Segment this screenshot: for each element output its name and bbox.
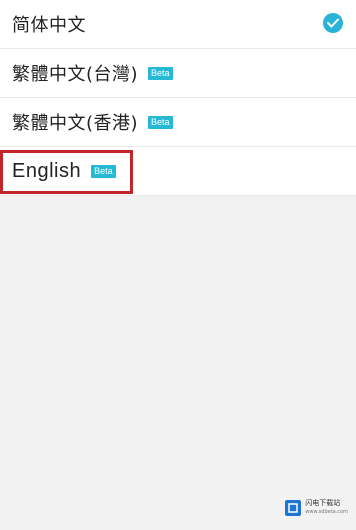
watermark-url: www.sdbeta.com (305, 509, 348, 515)
beta-badge: Beta (91, 164, 116, 178)
beta-badge: Beta (148, 66, 173, 80)
language-label: 繁體中文(香港) (12, 113, 139, 134)
language-option-simplified-chinese[interactable]: 简体中文 (0, 0, 356, 49)
language-label: 繁體中文(台灣) (12, 64, 139, 85)
watermark: 闪电下载站 www.sdbeta.com (285, 499, 348, 516)
language-list: 简体中文 繁體中文(台灣) Beta 繁體中文(香港) Beta English… (0, 0, 356, 196)
language-option-english[interactable]: English Beta (0, 147, 356, 196)
language-option-traditional-chinese-taiwan[interactable]: 繁體中文(台灣) Beta (0, 49, 356, 98)
watermark-title: 闪电下载站 (305, 499, 341, 507)
site-logo-icon (285, 499, 302, 516)
language-option-traditional-chinese-hongkong[interactable]: 繁體中文(香港) Beta (0, 98, 356, 147)
language-label: 简体中文 (12, 15, 86, 36)
checkmark-icon (323, 13, 343, 33)
language-label: English (12, 159, 82, 182)
beta-badge: Beta (148, 115, 173, 129)
watermark-text: 闪电下载站 www.sdbeta.com (305, 499, 348, 516)
